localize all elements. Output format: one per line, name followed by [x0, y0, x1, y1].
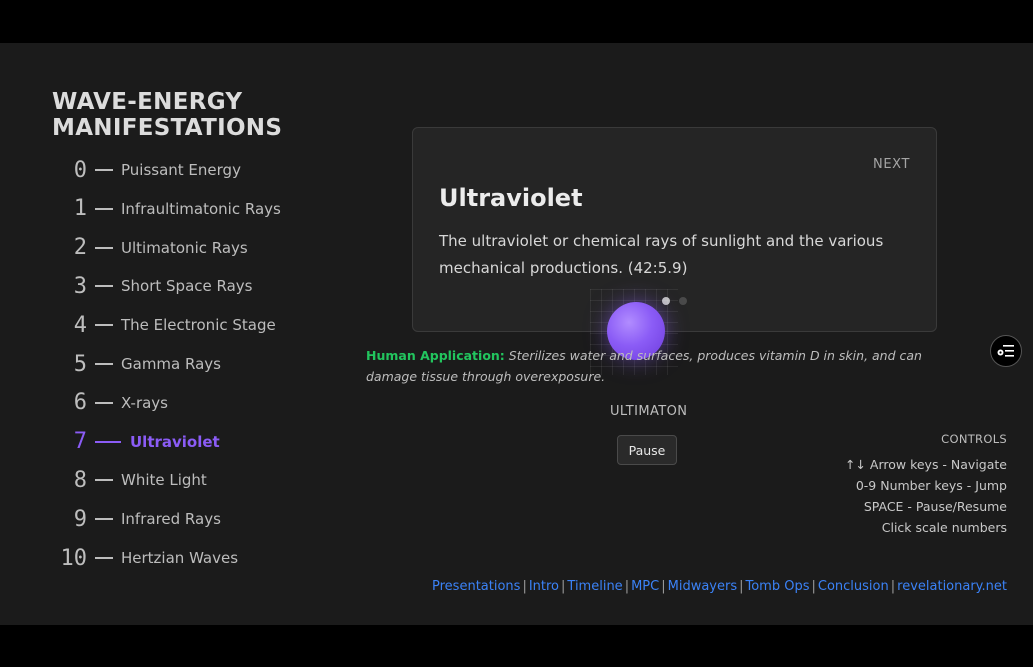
link-separator: |	[522, 579, 527, 594]
application-label: Human Application:	[366, 348, 505, 363]
scale-label: White Light	[121, 471, 207, 490]
control-hint: Click scale numbers	[881, 520, 1007, 535]
link-separator: |	[624, 579, 630, 594]
menu-settings-icon-glyph	[997, 345, 1014, 357]
scale-item-9[interactable]: 9 Infrared Rays	[0, 504, 260, 534]
scale-dash	[95, 246, 113, 249]
footer-link[interactable]: Presentations	[432, 579, 520, 594]
scale-item-4[interactable]: 4 The Electronic Stage	[0, 310, 276, 340]
control-hint: SPACE - Pause/Resume	[863, 499, 1007, 514]
scale-number[interactable]: 8	[63, 468, 87, 493]
link-separator: |	[561, 579, 566, 594]
control-hint: ↑↓ Arrow keys - Navigate	[844, 457, 1007, 472]
scale-item-10[interactable]: 10 Hertzian Waves	[0, 543, 260, 573]
scale-item-8[interactable]: 8 White Light	[0, 465, 260, 495]
footer-link[interactable]: Midwayers	[668, 579, 738, 594]
pagination-dot[interactable]	[679, 297, 687, 305]
scale-label: Puissant Energy	[121, 161, 241, 179]
scale-label: Ultraviolet	[130, 432, 220, 451]
menu-settings-icon[interactable]	[990, 335, 1022, 367]
scale-dash	[95, 557, 113, 559]
page-title: WAVE-ENERGY MANIFESTATIONS	[52, 89, 282, 141]
scale-dash	[95, 401, 113, 404]
scale-item-5[interactable]: 5 Gamma Rays	[0, 349, 260, 379]
controls-title: CONTROLS	[941, 432, 1007, 446]
orb-name-label: ULTIMATON	[610, 404, 688, 419]
footer-link[interactable]: Intro	[529, 579, 559, 594]
scale-item-3[interactable]: 3 Short Space Rays	[0, 271, 260, 301]
scale-label: Gamma Rays	[121, 355, 221, 373]
scale-number[interactable]: 9	[63, 507, 87, 532]
scale-number[interactable]: 10	[49, 546, 88, 571]
control-hint: 0-9 Number keys - Jump	[855, 478, 1007, 493]
controls-panel: CONTROLS ↑↓ Arrow keys - Navigate 0-9 Nu…	[845, 432, 1007, 538]
scale-dash	[95, 169, 113, 171]
pause-button[interactable]: Pause	[617, 435, 677, 465]
title-line-1: WAVE-ENERGY	[52, 89, 243, 115]
scale-dash	[95, 518, 113, 521]
footer-link[interactable]: MPC	[631, 579, 659, 594]
scale-label: Ultimatonic Rays	[121, 238, 248, 257]
footer-link[interactable]: revelationary.net	[897, 579, 1007, 594]
scale-label: Infraultimatonic Rays	[121, 199, 281, 218]
scale-item-7[interactable]: 7 Ultraviolet	[0, 427, 260, 457]
title-line-2: MANIFESTATIONS	[52, 115, 283, 141]
scale-item-0[interactable]: 0 Puissant Energy	[0, 155, 260, 185]
scale-number[interactable]: 4	[63, 313, 87, 338]
scale-label: Hertzian Waves	[121, 549, 239, 567]
link-separator: |	[661, 579, 666, 594]
link-separator: |	[890, 579, 896, 594]
scale-item-6[interactable]: 6 X-rays	[0, 388, 260, 418]
scale-number[interactable]: 0	[63, 158, 87, 183]
scale-number[interactable]: 1	[63, 196, 87, 221]
human-application: Human Application: Sterilizes water and …	[366, 345, 946, 387]
scale-label: Infrared Rays	[121, 510, 221, 529]
scale-item-1[interactable]: 1 Infraultimatonic Rays	[0, 194, 281, 224]
scale-number[interactable]: 2	[63, 235, 87, 260]
presentation-stage: WAVE-ENERGY MANIFESTATIONS 0 Puissant Ene…	[0, 43, 1033, 625]
scale-number[interactable]: 3	[63, 274, 87, 299]
scale-number[interactable]: 6	[63, 390, 87, 415]
link-separator: |	[739, 579, 744, 594]
card-description: The ultraviolet or chemical rays of sunl…	[439, 232, 884, 277]
footer-link[interactable]: Conclusion	[818, 579, 889, 594]
footer-link[interactable]: Timeline	[567, 579, 622, 594]
footer-links: Presentations | Intro | Timeline | MPC | Midwaye…	[432, 579, 1007, 594]
link-separator: |	[811, 579, 816, 594]
footer-link[interactable]: Tomb Ops	[746, 579, 810, 594]
scale-item-2[interactable]: 2 Ultimatonic Rays	[0, 233, 260, 263]
scale-dash	[95, 207, 113, 210]
scale-label: The Electronic Stage	[121, 316, 276, 335]
scale-dash	[95, 324, 113, 327]
scale-dash	[95, 285, 113, 288]
scale-number[interactable]: 7	[63, 429, 87, 454]
card-title: Ultraviolet	[439, 184, 583, 212]
scale-label: X-rays	[121, 393, 168, 412]
scale-dash	[95, 479, 113, 482]
scale-dash	[95, 440, 121, 443]
scale-dash	[95, 363, 113, 365]
scale-number[interactable]: 5	[63, 352, 87, 377]
scale-label: Short Space Rays	[121, 277, 253, 296]
next-button[interactable]: NEXT	[873, 157, 910, 172]
